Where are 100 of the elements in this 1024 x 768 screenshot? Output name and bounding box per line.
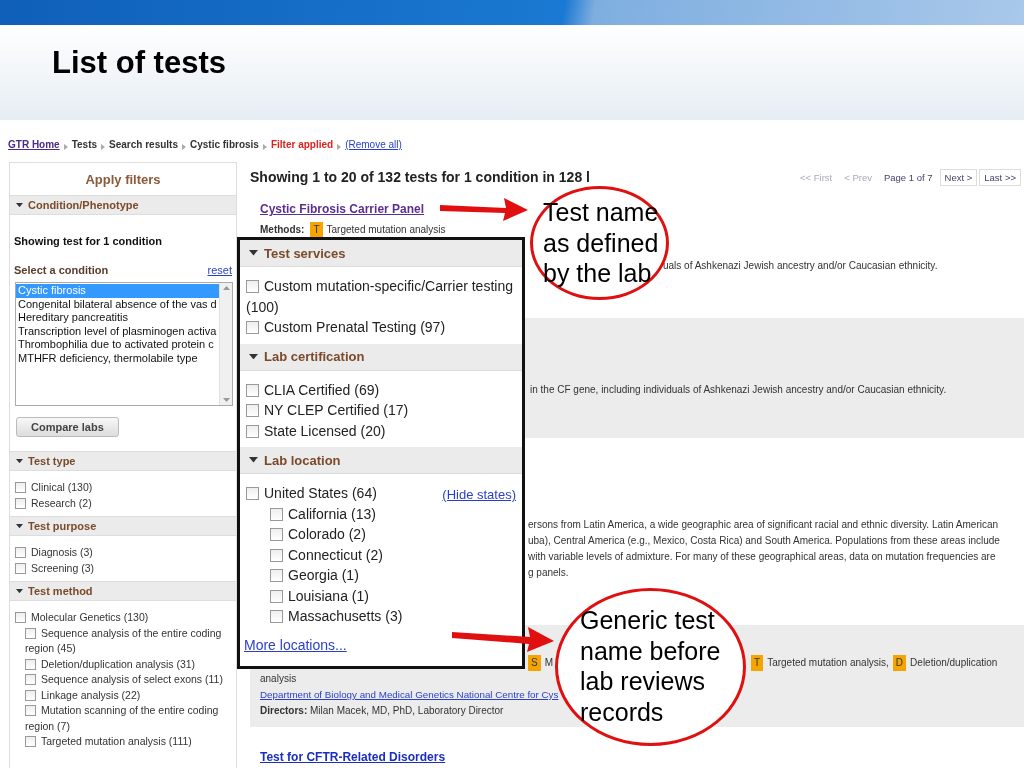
test-description: uals of Ashkenazi Jewish ancestry and/or Caucasian ethnicity. — [663, 259, 939, 273]
filter-option[interactable]: Molecular Genetics (130) — [15, 610, 149, 626]
checkbox[interactable] — [270, 569, 283, 582]
checkbox[interactable] — [246, 321, 259, 334]
select-label: Select a condition — [14, 264, 109, 276]
filter-option[interactable]: Sequence analysis of select exons (11) — [25, 672, 223, 688]
test-description: uba), Central America (e.g., Mexico, Costa Rica) and South America. Populations from these areas include — [528, 534, 1001, 548]
checkbox[interactable] — [270, 528, 283, 541]
scroll-up-icon[interactable] — [222, 286, 230, 290]
checkbox[interactable] — [246, 383, 259, 397]
section-header[interactable]: Test type — [10, 451, 236, 471]
compare-labs-button[interactable]: Compare labs — [16, 417, 119, 437]
method-text: Targeted mutation analysis, — [767, 656, 889, 670]
method-badge: T — [751, 655, 764, 671]
condition-option[interactable]: Hereditary pancreatitis — [16, 311, 219, 325]
condition-option[interactable]: Congenital bilateral absence of the vas d — [16, 297, 219, 311]
checkbox[interactable] — [270, 610, 283, 623]
method-badge: T — [310, 222, 323, 238]
section-header[interactable]: Test method — [10, 581, 236, 601]
pager-button[interactable]: Last >> — [979, 168, 1021, 186]
scrollbar[interactable] — [219, 283, 232, 405]
filter-option[interactable]: California (13) — [270, 503, 376, 524]
checkbox[interactable] — [15, 497, 26, 509]
checkbox[interactable] — [15, 547, 26, 558]
checkbox[interactable] — [15, 562, 26, 574]
filter-option[interactable]: Louisiana (1) — [270, 585, 369, 606]
filter-option[interactable]: Sequence analysis of the entire coding region (45) — [25, 625, 232, 657]
section-header[interactable]: Lab certification — [240, 343, 522, 371]
more-locations-link[interactable]: More locations... — [244, 636, 347, 653]
chevron-icon — [101, 144, 106, 150]
filter-option[interactable]: Diagnosis (3) — [15, 545, 93, 561]
condition-option[interactable]: Transcription level of plasminogen activa — [16, 324, 219, 338]
scroll-down-icon[interactable] — [222, 398, 230, 402]
checkbox[interactable] — [15, 612, 26, 623]
slide-title: List of tests — [52, 45, 227, 81]
filter-option[interactable]: Mutation scanning of the entire coding region (7) — [25, 703, 232, 734]
filter-status: Filter applied — [270, 139, 334, 150]
method-text: Targeted mutation analysis — [326, 223, 446, 237]
checkbox[interactable] — [246, 404, 259, 417]
filter-option[interactable]: Georgia (1) — [270, 565, 359, 586]
filter-option[interactable]: State Licensed (20) — [246, 420, 386, 441]
hide-states-link[interactable]: (Hide states) — [442, 485, 516, 506]
method-badge: D — [892, 655, 907, 671]
chevron-icon — [63, 144, 68, 150]
filter-option[interactable]: Clinical (130) — [15, 480, 93, 496]
breadcrumb-item[interactable]: Tests — [71, 139, 98, 150]
section-header[interactable]: Test services — [240, 240, 522, 267]
checkbox[interactable] — [25, 736, 36, 747]
checkbox[interactable] — [246, 280, 259, 293]
checkbox[interactable] — [25, 674, 36, 685]
condition-option[interactable]: MTHFR deficiency, thermolabile type — [16, 351, 219, 365]
methods-label: Methods: — [260, 223, 305, 237]
checkbox[interactable] — [246, 487, 259, 500]
directors-text: Directors: Milan Macek, MD, PhD, Laboratory Director — [260, 704, 504, 718]
filter-option[interactable]: United States (64) — [246, 483, 377, 504]
filter-option[interactable]: NY CLEP Certified (17) — [246, 400, 409, 421]
method-text: analysis — [260, 672, 297, 686]
filter-option[interactable]: Research (2) — [15, 495, 92, 511]
filter-option[interactable]: Connecticut (2) — [270, 544, 383, 565]
sidebar-title: Apply filters — [84, 170, 162, 189]
filter-option[interactable]: Linkage analysis (22) — [25, 687, 141, 703]
breadcrumb-item[interactable]: Cystic fibrosis — [190, 139, 259, 150]
caret-icon — [249, 250, 258, 256]
filter-option[interactable]: CLIA Certified (69) — [246, 379, 380, 400]
breadcrumb-link[interactable]: GTR Home — [8, 139, 60, 150]
filter-option[interactable]: Custom mutation-specific/Carrier testing (100) — [246, 276, 516, 317]
pager-button[interactable]: Next > — [939, 168, 978, 186]
filter-option[interactable]: Screening (3) — [15, 560, 95, 576]
caret-icon — [16, 588, 23, 594]
checkbox[interactable] — [25, 627, 36, 639]
test-title-link[interactable]: Cystic Fibrosis Carrier Panel — [260, 202, 425, 216]
checkbox[interactable] — [25, 705, 36, 716]
breadcrumb-item[interactable]: Search results — [109, 139, 178, 150]
chevron-icon — [262, 144, 267, 150]
reset-link[interactable]: reset — [207, 264, 232, 276]
checkbox[interactable] — [270, 507, 283, 521]
test-title-link[interactable]: Test for CFTR-Related Disorders — [260, 750, 446, 764]
checkbox[interactable] — [246, 424, 259, 438]
condition-listbox[interactable]: Cystic fibrosis Congenital bilateral absence of the vas d Hereditary pancreatitis Transcription level of plasminogen activa Thrombophilia due to activated protein c MTHFR deficiency, thermolabile type — [15, 282, 233, 406]
condition-option[interactable]: Thrombophilia due to activated protein c — [16, 338, 219, 352]
checkbox[interactable] — [15, 482, 26, 493]
checkbox[interactable] — [25, 689, 36, 701]
filter-option[interactable]: Targeted mutation analysis (111) — [25, 734, 192, 750]
filter-option[interactable]: Massachusetts (3) — [270, 606, 403, 627]
caret-icon — [249, 353, 258, 360]
callout-text: Test name as defined by the lab — [543, 197, 659, 289]
filter-option[interactable]: Custom Prenatal Testing (97) — [246, 317, 446, 338]
chevron-icon — [182, 144, 186, 150]
filter-option[interactable]: Colorado (2) — [270, 524, 366, 545]
checkbox[interactable] — [270, 589, 283, 603]
filter-option[interactable]: Deletion/duplication analysis (31) — [25, 656, 196, 672]
method-text: M — [544, 656, 553, 670]
checkbox[interactable] — [270, 548, 283, 562]
checkbox[interactable] — [25, 658, 36, 670]
section-header[interactable]: Lab location — [240, 447, 522, 474]
test-description: g panels. — [528, 566, 570, 580]
section-header[interactable]: Condition/Phenotype — [10, 195, 236, 215]
breadcrumb-link[interactable]: (Remove all) — [345, 139, 402, 150]
lab-link[interactable]: Department of Biology and Medical Genetics National Centre for Cys — [260, 689, 559, 700]
section-header[interactable]: Test purpose — [10, 516, 236, 536]
